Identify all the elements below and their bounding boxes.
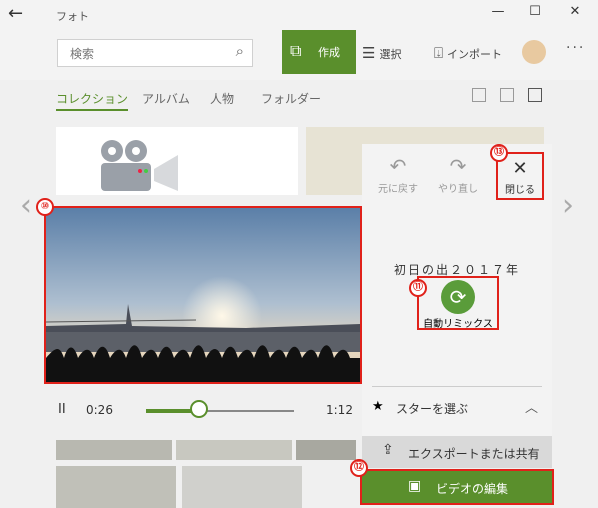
search-icon[interactable]: ⌕ bbox=[236, 42, 244, 60]
close-icon: ✕ bbox=[512, 158, 528, 179]
search-box[interactable]: ⌕ bbox=[57, 39, 253, 67]
sunrise-video-frame bbox=[46, 208, 360, 382]
more-button[interactable]: ··· bbox=[566, 40, 585, 56]
current-time: 0:26 bbox=[86, 403, 113, 417]
export-share-button[interactable]: ⇪ エクスポートまたは共有 bbox=[362, 436, 552, 468]
undo-label: 元に戻す bbox=[378, 184, 418, 195]
import-button[interactable]: ⍗ インポート bbox=[434, 44, 502, 62]
edit-video-label: ビデオの編集 bbox=[436, 482, 509, 496]
select-label: 選択 bbox=[379, 48, 402, 61]
view-small-icon[interactable] bbox=[528, 88, 542, 102]
close-label: 閉じる bbox=[505, 185, 535, 196]
photo-thumbnail[interactable] bbox=[56, 440, 172, 460]
video-project-tile[interactable] bbox=[56, 127, 298, 195]
share-icon: ⇪ bbox=[382, 442, 394, 458]
tab-folder[interactable]: フォルダー bbox=[261, 90, 321, 107]
back-arrow-icon[interactable]: ← bbox=[8, 3, 23, 24]
video-preview[interactable] bbox=[44, 206, 362, 384]
annotation-marker-13: ⑬ bbox=[490, 144, 508, 162]
redo-button[interactable]: ↷ やり直し bbox=[428, 154, 488, 200]
auto-remix-label: 自動リミックス bbox=[423, 319, 493, 330]
prev-arrow-icon[interactable]: ‹ bbox=[20, 188, 32, 223]
toolbar: ⌕ ⧉ 作成 ☰選択 ⍗インポート ··· bbox=[0, 30, 598, 80]
create-label: 作成 bbox=[318, 46, 340, 59]
tab-people[interactable]: 人物 bbox=[210, 90, 234, 107]
seek-slider-handle[interactable] bbox=[190, 400, 209, 418]
redo-icon: ↷ bbox=[449, 154, 467, 178]
create-icon: ⧉ bbox=[290, 41, 302, 60]
select-icon: ☰ bbox=[362, 44, 376, 62]
player-controls: II 0:26 1:12 bbox=[44, 384, 362, 440]
view-large-icon[interactable] bbox=[472, 88, 486, 102]
star-label: スターを選ぶ bbox=[396, 402, 469, 416]
chevron-up-icon: ︿ bbox=[524, 401, 538, 416]
star-icon: ★ bbox=[372, 399, 384, 414]
export-label: エクスポートまたは共有 bbox=[408, 447, 540, 461]
select-button[interactable]: ☰ 選択 bbox=[362, 44, 401, 62]
tab-album[interactable]: アルバム bbox=[142, 90, 190, 107]
photo-thumbnail[interactable] bbox=[56, 466, 176, 508]
undo-icon: ↶ bbox=[389, 154, 407, 178]
pause-button[interactable]: II bbox=[58, 402, 66, 417]
photo-thumbnail[interactable] bbox=[296, 440, 356, 460]
app-title: フォト bbox=[56, 10, 89, 23]
annotation-marker-12: ⑫ bbox=[350, 459, 368, 477]
undo-button[interactable]: ↶ 元に戻す bbox=[368, 154, 428, 200]
title-bar: ← フォト — ☐ ✕ bbox=[0, 0, 598, 30]
choose-star-row[interactable]: ★ スターを選ぶ ︿ bbox=[372, 386, 542, 427]
duration: 1:12 bbox=[326, 403, 353, 417]
maximize-button[interactable]: ☐ bbox=[520, 4, 550, 24]
close-window-button[interactable]: ✕ bbox=[560, 4, 590, 24]
photo-thumbnail[interactable] bbox=[176, 440, 292, 460]
annotation-marker-11: ⑪ bbox=[409, 279, 427, 297]
movie-camera-icon bbox=[101, 140, 178, 191]
redo-label: やり直し bbox=[438, 184, 478, 195]
search-input[interactable] bbox=[68, 44, 222, 64]
create-button[interactable]: ⧉ 作成 bbox=[282, 30, 356, 74]
avatar[interactable] bbox=[522, 40, 546, 64]
view-medium-icon[interactable] bbox=[500, 88, 514, 102]
minimize-button[interactable]: — bbox=[483, 4, 513, 24]
refresh-icon: ⟳ bbox=[441, 280, 475, 314]
video-edit-icon: ▣ bbox=[408, 478, 422, 494]
annotation-marker-10: ⑩ bbox=[36, 198, 54, 216]
edit-video-button[interactable]: ▣ ビデオの編集 bbox=[360, 469, 554, 505]
import-icon: ⍗ bbox=[434, 44, 444, 62]
auto-remix-button[interactable]: ⟳ 自動リミックス bbox=[417, 276, 499, 330]
photo-thumbnail[interactable] bbox=[182, 466, 302, 508]
import-label: インポート bbox=[447, 48, 503, 61]
tab-collection[interactable]: コレクション bbox=[56, 90, 129, 111]
next-arrow-icon[interactable]: › bbox=[562, 188, 574, 223]
